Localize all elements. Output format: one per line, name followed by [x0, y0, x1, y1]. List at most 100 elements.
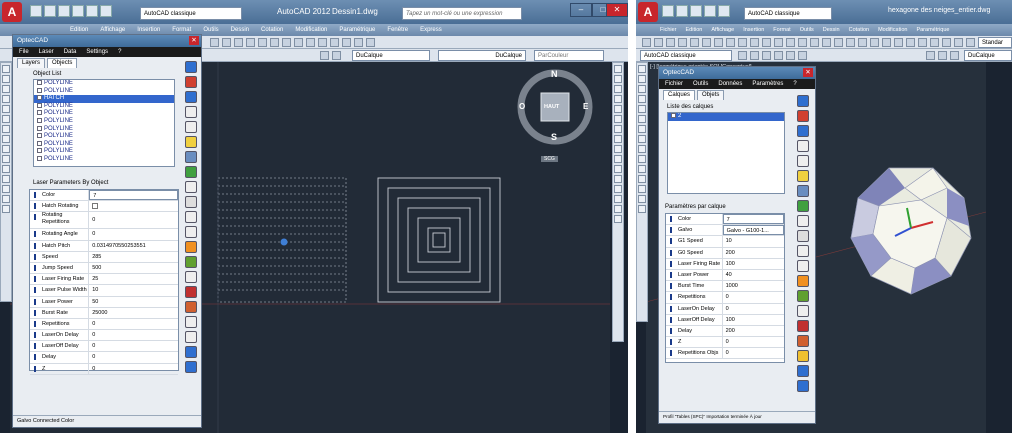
toolbar-icon[interactable]	[294, 38, 303, 47]
toolbar-icon[interactable]	[738, 51, 747, 60]
checkbox[interactable]	[37, 87, 42, 93]
panel-close-button[interactable]: ✕	[189, 36, 199, 45]
print-icon[interactable]	[704, 5, 716, 17]
list-item[interactable]: 2	[668, 113, 784, 121]
menu-fichier[interactable]: Fichier	[665, 79, 683, 89]
mirror-icon[interactable]	[614, 85, 622, 93]
toolbar-icon[interactable]	[846, 38, 855, 47]
hatch-icon[interactable]	[2, 165, 10, 173]
menu-parametres[interactable]: Paramètres	[752, 79, 783, 89]
toolbar-icon[interactable]	[750, 51, 759, 60]
pen-icon[interactable]	[185, 181, 197, 193]
layer-icon[interactable]	[797, 275, 809, 287]
param-row[interactable]: Rotating Repetitions 0	[30, 212, 178, 230]
toolbar-icon[interactable]	[942, 38, 951, 47]
param-row[interactable]: Laser Power 50	[30, 296, 178, 308]
menu-item[interactable]: Affichage	[711, 24, 734, 36]
workspace-dropdown[interactable]: AutoCAD classique	[140, 7, 242, 20]
stretch-icon[interactable]	[614, 145, 622, 153]
param-row[interactable]: Color 7	[666, 214, 784, 226]
tab-objets[interactable]: Objets	[697, 90, 725, 100]
viewcube-west[interactable]: O	[519, 102, 525, 111]
menu-item[interactable]: Modification	[295, 24, 327, 36]
brush-icon[interactable]	[797, 305, 809, 317]
spline-icon[interactable]	[638, 125, 646, 133]
menu-item[interactable]: Dessin	[231, 24, 249, 36]
settings-icon[interactable]	[797, 365, 809, 377]
toolbar-icon[interactable]	[738, 38, 747, 47]
toolbar-icon[interactable]	[246, 38, 255, 47]
toolbar-icon[interactable]	[894, 38, 903, 47]
layer-icon[interactable]	[332, 51, 341, 60]
arrow-down-icon[interactable]	[797, 125, 809, 137]
object-list[interactable]: POLYLINE POLYLINE HATCH POLYLINE POLYLIN…	[33, 79, 175, 167]
checkbox[interactable]	[37, 102, 42, 108]
toolbar-icon[interactable]	[834, 38, 843, 47]
toolbar-icon[interactable]	[810, 38, 819, 47]
undo-icon[interactable]	[86, 5, 98, 17]
toolbar-icon[interactable]	[330, 38, 339, 47]
checkbox[interactable]	[37, 110, 42, 116]
plotstyle-combo[interactable]: ParCouleur	[534, 50, 604, 61]
rotate-icon[interactable]	[614, 125, 622, 133]
menu-item[interactable]: Paramétrique	[339, 24, 375, 36]
tab-layers[interactable]: Layers	[17, 58, 46, 68]
toolbar-icon[interactable]	[222, 38, 231, 47]
hatch-rotating-checkbox[interactable]	[92, 202, 99, 209]
toolbar-icon[interactable]	[954, 38, 963, 47]
menu-item[interactable]: Edition	[686, 24, 703, 36]
menu-item[interactable]: Dessin	[823, 24, 840, 36]
table-icon[interactable]	[638, 195, 646, 203]
autocad-menu-button[interactable]: A	[638, 2, 658, 22]
open-icon[interactable]	[44, 5, 56, 17]
toolbar-icon[interactable]	[354, 38, 363, 47]
menu-settings[interactable]: Settings	[86, 47, 108, 57]
layer-combo[interactable]: DuCalque	[964, 50, 1012, 61]
export-icon[interactable]	[185, 256, 197, 268]
delete-icon[interactable]	[185, 76, 197, 88]
arc-icon[interactable]	[2, 105, 10, 113]
target-icon[interactable]	[185, 316, 197, 328]
save-icon[interactable]	[58, 5, 70, 17]
viewcube-north[interactable]: N	[551, 69, 558, 79]
array-icon[interactable]	[614, 105, 622, 113]
menu-outils[interactable]: Outils	[693, 79, 708, 89]
menu-file[interactable]: File	[19, 47, 29, 57]
tab-objects[interactable]: Objects	[47, 58, 78, 68]
checkbox[interactable]	[37, 80, 42, 85]
param-row[interactable]: Repetitions 0	[666, 292, 784, 304]
table-icon[interactable]	[2, 195, 10, 203]
param-row[interactable]: Burst Rate 25000	[30, 307, 178, 319]
new-icon[interactable]	[30, 5, 42, 17]
menu-item[interactable]: Outils	[800, 24, 814, 36]
toolbar-icon[interactable]	[882, 38, 891, 47]
arrow-up-icon[interactable]	[185, 61, 197, 73]
toolbar-icon[interactable]	[210, 38, 219, 47]
circle-icon[interactable]	[638, 115, 646, 123]
refresh-icon[interactable]	[185, 166, 197, 178]
menu-item[interactable]: Cotation	[849, 24, 870, 36]
stop-icon[interactable]	[185, 286, 197, 298]
param-row[interactable]: Hatch Pitch 0.0314970550253551	[30, 240, 178, 252]
param-row[interactable]: Laser Firing Rate 100	[666, 258, 784, 270]
param-row[interactable]: G1 Speed 10	[666, 236, 784, 248]
param-row[interactable]: Color 7	[30, 190, 178, 202]
workspace-combo[interactable]: AutoCAD classique	[640, 50, 732, 61]
new-icon[interactable]	[662, 5, 674, 17]
param-row[interactable]: Repetitions 0	[30, 318, 178, 331]
toolbar-icon[interactable]	[306, 38, 315, 47]
point-icon[interactable]	[2, 155, 10, 163]
param-row[interactable]: Delay 0	[30, 352, 178, 364]
line-icon[interactable]	[638, 65, 646, 73]
toolbar-icon[interactable]	[762, 51, 771, 60]
checkbox[interactable]	[37, 148, 42, 154]
line-icon[interactable]	[185, 226, 197, 238]
toolbar-icon[interactable]	[938, 51, 947, 60]
toolbar-icon[interactable]	[666, 38, 675, 47]
sun-icon[interactable]	[797, 350, 809, 362]
insert-block-icon[interactable]	[2, 145, 10, 153]
stop-icon[interactable]	[797, 320, 809, 332]
toolbar-icon[interactable]	[966, 38, 975, 47]
list-item[interactable]: POLYLINE	[34, 140, 174, 149]
menu-data[interactable]: Data	[64, 47, 77, 57]
